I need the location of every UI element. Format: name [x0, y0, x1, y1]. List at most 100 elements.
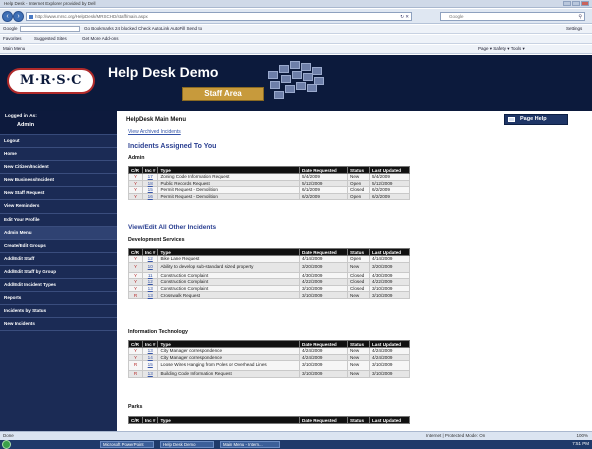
development-incidents-table: C/R Inc # Type Date Requested Status Last Upd… — [128, 248, 410, 299]
settings-button[interactable]: Settings — [566, 26, 582, 31]
incident-number-link[interactable]: 15 — [141, 360, 159, 372]
incident-number-link[interactable]: 13 — [141, 347, 159, 355]
incident-number-link[interactable]: 10 — [141, 261, 159, 273]
sidebar-item[interactable]: Logout — [0, 135, 117, 149]
google-search-input[interactable] — [20, 26, 80, 32]
table-cell-updated: 5/4/2009 — [369, 173, 410, 181]
sidebar-item[interactable]: View Reminders — [0, 200, 117, 214]
sidebar-item[interactable]: Edit Your Profile — [0, 214, 117, 227]
search-box[interactable]: Google ⚲ — [440, 12, 585, 21]
table-cell-updated: 6/2/2009 — [369, 186, 410, 194]
table-cell-date: 4/24/2009 — [299, 353, 348, 362]
table-cell-cr: Y — [128, 192, 143, 201]
table-cell-type: City Manager correspondence — [157, 347, 300, 355]
maximize-button[interactable] — [572, 1, 580, 6]
browser-tab[interactable]: Main Menu — [3, 46, 25, 51]
table-cell-status: Open — [347, 192, 370, 201]
table-cell-type: Zoning Code Information Request — [157, 173, 300, 181]
table-row: Y 10 Ability to develop sub-standard sized… — [128, 261, 410, 273]
sidebar-menu: Logout Home New Citizen/Incident New Busine… — [0, 135, 117, 332]
sidebar-item[interactable]: Add/Edit Incident Types — [0, 279, 117, 293]
incident-number-link[interactable]: 12 — [141, 278, 159, 286]
section-parks-label: Parks — [128, 404, 143, 410]
page-help-label: Page Help — [520, 116, 547, 122]
table-cell-cr: Y — [128, 284, 143, 293]
sidebar-item[interactable]: Incidents by Status — [0, 305, 117, 319]
incident-number-link[interactable]: 11 — [141, 271, 159, 280]
incident-number-link[interactable]: 13 — [141, 370, 159, 378]
forward-button[interactable]: › — [13, 11, 24, 22]
incident-number-link[interactable]: 15 — [141, 186, 159, 194]
address-bar[interactable]: http://www.mrsc.org/HelpDesk/MRSCHD/staf… — [26, 12, 412, 21]
sidebar-item[interactable]: New Incidents — [0, 318, 117, 332]
sidebar-item[interactable]: Home — [0, 148, 117, 162]
page-help-button[interactable]: Page Help — [504, 114, 568, 125]
addons-link[interactable]: Get More Add-ons — [82, 36, 119, 41]
sidebar-item[interactable]: Add/Edit Staff by Group — [0, 266, 117, 280]
table-cell-updated: 3/10/2009 — [369, 370, 410, 378]
zoom-level[interactable]: 100% — [576, 433, 588, 438]
sidebar-item[interactable]: Add/Edit Staff — [0, 253, 117, 266]
command-bar[interactable]: Page ▾ Safety ▾ Tools ▾ — [478, 46, 525, 52]
table-cell-updated: 3/10/2009 — [369, 291, 410, 299]
incident-number-link[interactable]: 12 — [141, 255, 159, 263]
table-cell-date: 4/30/2009 — [299, 271, 348, 280]
column-header-inc: Inc # — [141, 340, 159, 348]
view-all-incidents-link[interactable]: View/Edit All Other Incidents — [128, 224, 216, 231]
incident-number-link[interactable]: 14 — [141, 353, 159, 362]
column-header-inc: Inc # — [141, 248, 159, 256]
suggested-sites-link[interactable]: Suggested Sites — [34, 36, 67, 41]
table-cell-cr: Y — [128, 255, 143, 263]
table-cell-cr: Y — [128, 353, 143, 362]
refresh-icon[interactable]: ↻ ✕ — [400, 14, 409, 20]
taskbar-item[interactable]: Main Menu - Intern... — [220, 441, 280, 448]
search-icon[interactable]: ⚲ — [578, 14, 582, 20]
sidebar-item[interactable]: New Staff Request — [0, 187, 117, 201]
view-archived-link[interactable]: View Archived Incidents — [128, 129, 181, 135]
minimize-button[interactable] — [563, 1, 571, 6]
sidebar-item[interactable]: Create/Edit Groups — [0, 240, 117, 253]
sidebar-item[interactable]: Admin Menu — [0, 226, 117, 240]
incident-number-link[interactable]: 13 — [141, 284, 159, 293]
table-row: Y 18 Public Records Request 5/12/2009 Open 5/… — [128, 179, 410, 188]
sidebar-item[interactable]: New Citizen/Incident — [0, 161, 117, 175]
sidebar-item[interactable]: New Business/Incident — [0, 174, 117, 188]
table-cell-status: New — [347, 261, 370, 273]
page-icon — [29, 15, 33, 19]
incident-number-link[interactable]: 18 — [141, 179, 159, 188]
incident-number-link[interactable]: 16 — [141, 192, 159, 201]
column-header-cr: C/R — [128, 248, 143, 256]
taskbar-item[interactable]: Help Desk Demo — [160, 441, 214, 448]
start-button[interactable] — [2, 440, 11, 449]
google-tools[interactable]: Go Bookmarks 24 blocked Check AutoLink A… — [84, 26, 202, 31]
column-header-inc: Inc # — [141, 166, 159, 174]
table-cell-type: Permit Request - Demolition — [157, 192, 300, 201]
google-toolbar: Google Go Bookmarks 24 blocked Check Aut… — [0, 25, 592, 34]
search-input[interactable]: Google — [449, 14, 464, 19]
window-title: Help Desk - Internet Explorer provided b… — [4, 1, 96, 6]
table-cell-date: 3/20/2009 — [299, 261, 348, 273]
table-row: R 15 Loose Wires Hanging from Poles or Ove… — [128, 360, 410, 372]
table-cell-date: 3/10/2009 — [299, 370, 348, 378]
close-button[interactable] — [581, 1, 589, 6]
window-titlebar: Help Desk - Internet Explorer provided b… — [0, 0, 592, 8]
table-row: Y 13 Construction Complaint 3/10/2009 Closed… — [128, 284, 410, 293]
sidebar-item[interactable]: Reports — [0, 292, 117, 306]
table-cell-cr: R — [128, 291, 143, 299]
staff-area-badge: Staff Area — [182, 87, 264, 101]
incident-number-link[interactable]: 17 — [141, 173, 159, 181]
favorites-button[interactable]: Favorites — [3, 36, 22, 41]
favorites-bar: Favorites Suggested Sites Get More Add-o… — [0, 35, 592, 44]
back-button[interactable]: ‹ — [2, 11, 13, 22]
column-header-date: Date Requested — [299, 166, 348, 174]
taskbar-item[interactable]: Microsoft PowerPoint — [100, 441, 154, 448]
table-cell-date: 6/2/2009 — [299, 192, 348, 201]
table-cell-status: Closed — [347, 284, 370, 293]
table-cell-date: 3/10/2009 — [299, 291, 348, 299]
column-header-date: Date Requested — [299, 248, 348, 256]
table-cell-cr: Y — [128, 179, 143, 188]
incident-number-link[interactable]: 13 — [141, 291, 159, 299]
assigned-heading: Incidents Assigned To You — [128, 143, 217, 150]
logged-in-user: Admin — [17, 122, 35, 128]
column-header-updated: Last Updated — [369, 248, 410, 256]
